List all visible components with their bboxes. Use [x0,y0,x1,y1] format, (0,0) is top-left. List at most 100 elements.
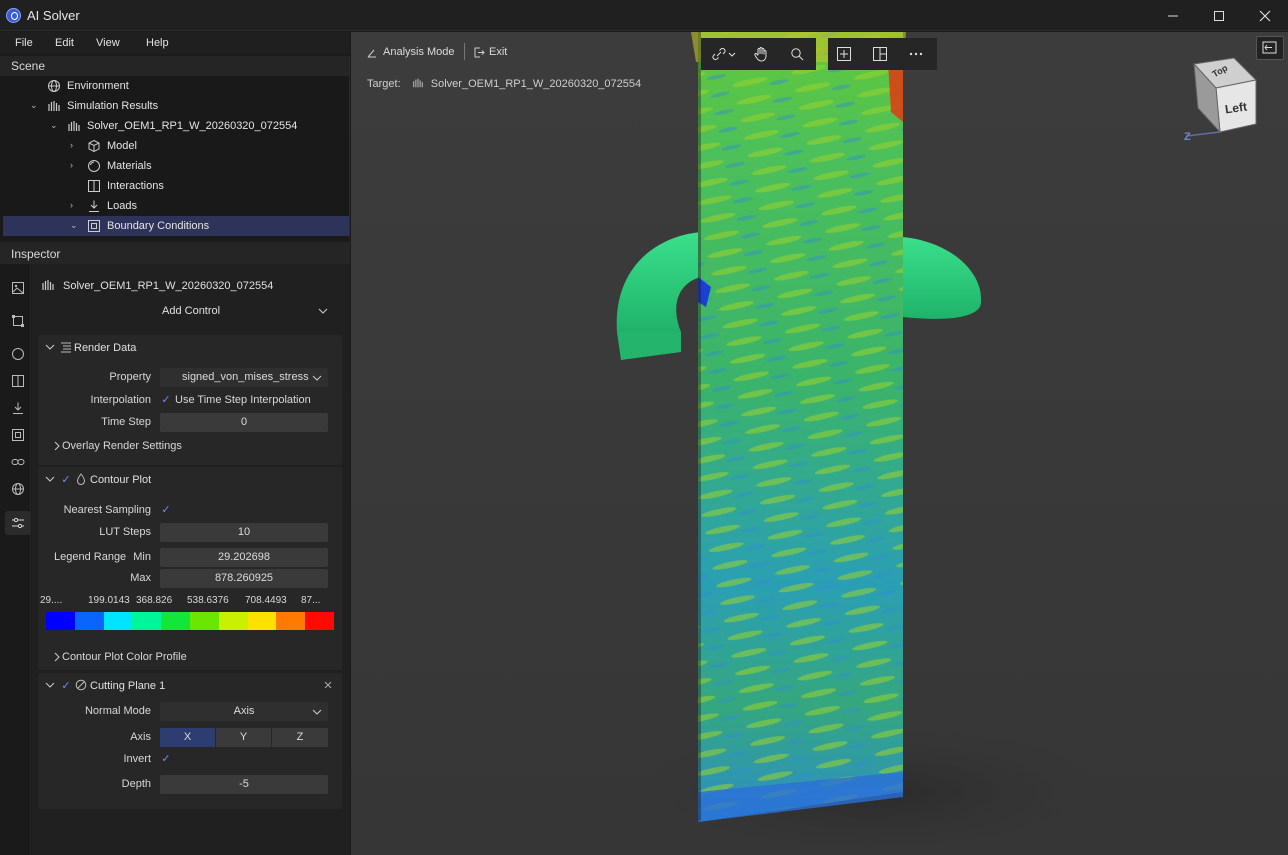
chevron-down-icon[interactable] [45,680,55,690]
frame-icon [88,220,100,232]
chevron-down-icon [318,308,328,314]
viewport-target: Target: Solver_OEM1_RP1_W_20260320_07255… [367,75,641,90]
toggle-panel-button[interactable] [1256,36,1284,60]
minimize-button[interactable] [1150,0,1196,31]
link-icon [712,48,736,60]
chevron-down-icon [312,709,322,715]
chevron-down-icon[interactable]: ⌄ [50,120,60,130]
more-button[interactable] [900,38,932,70]
tree-item-materials[interactable]: › Materials [3,156,349,176]
colorbar-swatch [276,612,306,630]
tree-item-loads[interactable]: › Loads [3,196,349,216]
inspector-title: Inspector [11,247,61,261]
legend-max-input[interactable]: 878.260925 [160,569,328,588]
droplet-icon [76,473,86,485]
normal-mode-dropdown[interactable]: Axis [160,702,328,721]
sidebar-materials-button[interactable] [5,342,31,366]
sidebar-link-button[interactable] [5,450,31,474]
add-control-dropdown[interactable]: Add Control [42,300,342,322]
target-value: Solver_OEM1_RP1_W_20260320_072554 [430,78,642,90]
fit-view-button[interactable] [828,38,860,70]
3d-viewport[interactable]: Analysis Mode Exit Target: Solver_OEM1_R… [351,32,1288,855]
chevron-right-icon[interactable] [52,441,62,451]
interpolation-label: Interpolation [90,394,151,406]
axis-y-button[interactable]: Y [216,728,271,747]
chevron-right-icon[interactable]: › [70,140,80,150]
axis-x-button[interactable]: X [160,728,215,747]
tree-item-simulation-results[interactable]: ⌄ Simulation Results [3,96,349,116]
lut-steps-label: LUT Steps [99,526,151,538]
chevron-down-icon[interactable]: ⌄ [70,220,80,230]
frame-icon [12,429,24,441]
zoom-button[interactable] [781,38,813,70]
cutting-plane-enabled-checkbox[interactable]: ✓ [60,680,72,692]
link-mode-button[interactable] [705,38,741,70]
legend-min-input[interactable]: 29.202698 [160,548,328,567]
depth-input[interactable]: -5 [160,775,328,794]
invert-checkbox[interactable]: ✓ [160,753,172,765]
pan-button[interactable] [745,38,777,70]
chevron-right-icon[interactable] [52,652,62,662]
nearest-sampling-checkbox[interactable]: ✓ [160,504,172,516]
frame-cross-icon [837,47,851,61]
link-icon [11,459,25,465]
interpolation-checkbox[interactable]: ✓ [160,394,172,406]
tree-item-solver[interactable]: ⌄ Solver_OEM1_RP1_W_20260320_072554 [3,116,349,136]
cutting-plane-section: ✓ Cutting Plane 1 Normal Mode Axis Axis … [38,673,342,809]
render-data-title: Render Data [74,342,137,354]
view-toolbar [828,38,937,70]
property-dropdown[interactable]: signed_von_mises_stress [160,368,328,387]
chevron-right-icon[interactable]: › [70,200,80,210]
image-icon [12,282,24,294]
navigation-toolbar [701,38,816,70]
sliders-icon [12,517,24,529]
axis-z-button[interactable]: Z [272,728,328,747]
contour-enabled-checkbox[interactable]: ✓ [60,474,72,486]
menu-file[interactable]: File [15,37,33,49]
analysis-mode-label[interactable]: Analysis Mode [383,46,455,58]
tree-item-environment[interactable]: Environment [3,76,349,96]
sidebar-controls-button[interactable] [5,511,31,535]
sidebar-interactions-button[interactable] [5,369,31,393]
tree-label: Environment [67,80,129,92]
chevron-down-icon[interactable] [45,474,55,484]
invert-label: Invert [123,753,151,765]
close-button[interactable] [1242,0,1288,31]
bars-icon [68,121,80,131]
split-icon [88,180,100,192]
time-step-input[interactable]: 0 [160,413,328,432]
slash-circle-icon [75,679,87,691]
interpolation-value: Use Time Step Interpolation [175,394,311,406]
lut-steps-input[interactable]: 10 [160,523,328,542]
chevron-down-icon[interactable]: ⌄ [30,100,40,110]
sidebar-loads-button[interactable] [5,396,31,420]
tree-item-model[interactable]: › Model [3,136,349,156]
bars-icon [42,280,54,290]
view-cube[interactable]: Top Left Z [1184,54,1276,154]
colorbar-swatch [103,612,133,630]
sidebar-render-button[interactable] [5,276,31,300]
tree-item-interactions[interactable]: Interactions [3,176,349,196]
inspector-header: Inspector [0,242,350,264]
close-icon[interactable] [323,680,333,690]
color-profile-toggle[interactable]: Contour Plot Color Profile [62,651,187,663]
bars-icon [48,101,60,111]
overlay-settings-toggle[interactable]: Overlay Render Settings [62,440,182,452]
chevron-right-icon[interactable]: › [70,160,80,170]
menu-help[interactable]: Help [146,37,169,49]
section-view-button[interactable] [864,38,896,70]
title-bar: AI Solver [0,0,1288,31]
exit-button[interactable]: Exit [489,46,507,58]
menu-view[interactable]: View [96,37,120,49]
tree-label: Model [107,140,137,152]
sidebar-select-button[interactable] [5,309,31,333]
menu-edit[interactable]: Edit [55,37,74,49]
sidebar-boundary-button[interactable] [5,423,31,447]
sidebar-environment-button[interactable] [5,477,31,501]
scene-title: Scene [11,59,46,73]
globe-icon [48,80,60,92]
chevron-down-icon[interactable] [45,342,55,352]
maximize-button[interactable] [1196,0,1242,31]
tree-item-boundary-conditions[interactable]: ⌄ Boundary Conditions [3,216,349,236]
more-horizontal-icon [909,52,923,56]
